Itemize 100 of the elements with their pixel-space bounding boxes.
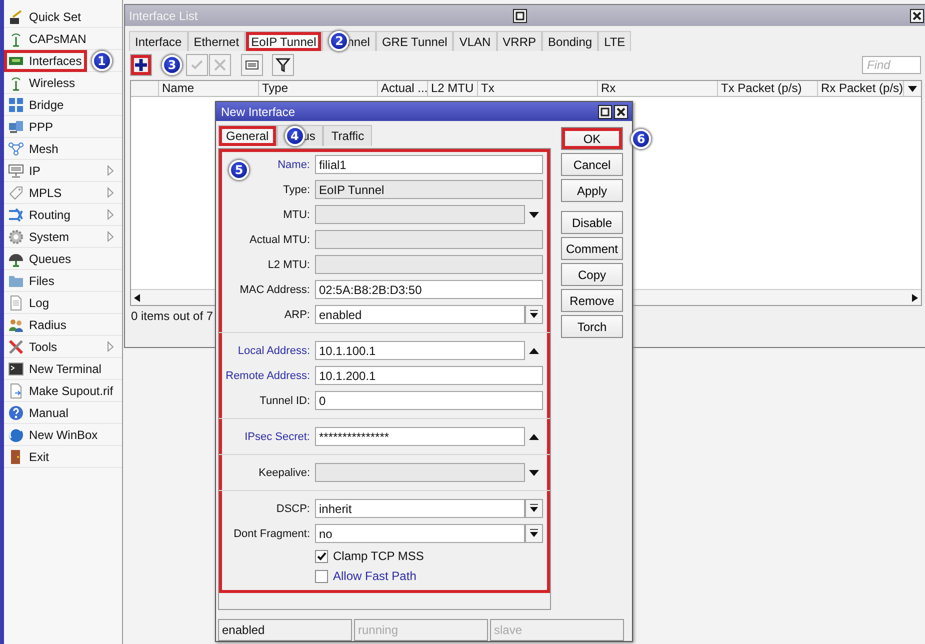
submenu-arrow-icon bbox=[107, 187, 114, 198]
column-header[interactable]: Name bbox=[159, 81, 259, 96]
sidebar-item[interactable]: Manual bbox=[4, 402, 74, 424]
input-field[interactable]: *************** bbox=[315, 427, 525, 446]
sidebar-item[interactable]: Mesh bbox=[4, 138, 64, 160]
dropdown-arrow-icon[interactable] bbox=[529, 470, 539, 476]
dialog-button[interactable]: Apply bbox=[561, 179, 623, 202]
sidebar-item[interactable]: Bridge bbox=[4, 94, 69, 116]
input-field[interactable]: EoIP Tunnel bbox=[315, 180, 543, 200]
input-field[interactable]: 0 bbox=[315, 391, 543, 410]
sidebar-item[interactable]: Queues bbox=[4, 248, 76, 270]
scroll-left-icon[interactable] bbox=[134, 294, 140, 302]
input-field[interactable]: 10.1.200.1 bbox=[315, 366, 543, 386]
column-header[interactable]: Rx bbox=[598, 81, 718, 96]
tab[interactable]: Interface bbox=[129, 31, 188, 51]
dialog-button[interactable]: Remove bbox=[561, 289, 623, 312]
sidebar-item[interactable]: System bbox=[4, 226, 74, 248]
input-field[interactable] bbox=[315, 230, 543, 250]
column-header[interactable]: L2 MTU bbox=[428, 81, 478, 96]
column-header[interactable]: Type bbox=[259, 81, 378, 96]
field-label: Tunnel ID: bbox=[260, 394, 310, 407]
sidebar-item[interactable]: PPP bbox=[4, 116, 58, 138]
input-field[interactable] bbox=[315, 205, 525, 224]
field-label: Dont Fragment: bbox=[234, 528, 310, 540]
restore-icon[interactable] bbox=[598, 104, 612, 119]
scroll-right-icon[interactable] bbox=[912, 294, 918, 302]
dropdown-arrow-icon[interactable] bbox=[529, 212, 539, 218]
sidebar-item[interactable]: Tools bbox=[4, 336, 62, 358]
tab[interactable]: VLAN bbox=[453, 31, 497, 51]
close-icon[interactable] bbox=[910, 8, 924, 22]
window-title: Interface List bbox=[129, 8, 199, 22]
people-icon bbox=[8, 316, 24, 332]
sidebar-item[interactable]: Log bbox=[4, 292, 54, 314]
dropdown-button[interactable] bbox=[525, 524, 543, 544]
status-field: running bbox=[354, 619, 488, 641]
field-label: Name: bbox=[278, 158, 310, 171]
sidebar-item[interactable]: Routing bbox=[4, 204, 76, 226]
sidebar-item[interactable]: MPLS bbox=[4, 182, 67, 204]
dropdown-arrow-icon[interactable] bbox=[908, 86, 917, 92]
sidebar-item[interactable]: Make Supout.rif bbox=[4, 380, 118, 402]
input-field[interactable]: 02:5A:B8:2B:D3:50 bbox=[315, 280, 543, 300]
dialog-button[interactable]: Copy bbox=[561, 263, 623, 286]
filter-button[interactable] bbox=[272, 54, 294, 76]
sidebar-item[interactable]: Radius bbox=[4, 314, 72, 336]
field-label: MAC Address: bbox=[240, 284, 310, 296]
sidebar-item[interactable]: New WinBox bbox=[4, 424, 103, 446]
input-field[interactable]: inherit bbox=[315, 499, 525, 518]
tab[interactable]: LTE bbox=[598, 31, 632, 51]
checkbox-label: Clamp TCP MSS bbox=[333, 549, 424, 564]
input-field[interactable] bbox=[315, 463, 525, 482]
tab[interactable]: Ethernet bbox=[188, 31, 246, 51]
sidebar-item[interactable]: CAPsMAN bbox=[4, 28, 92, 50]
circle-icon bbox=[8, 404, 24, 420]
sidebar-item[interactable]: IP bbox=[4, 160, 46, 182]
sidebar-item[interactable]: Interfaces bbox=[4, 50, 87, 72]
column-header[interactable]: Actual ... bbox=[378, 81, 428, 96]
callout-badge: 5 bbox=[229, 160, 249, 180]
computers-icon bbox=[8, 118, 24, 134]
input-field[interactable]: no bbox=[315, 524, 525, 544]
dialog-button[interactable]: Comment bbox=[561, 237, 623, 260]
dialog-button[interactable]: OK bbox=[561, 127, 623, 150]
submenu-arrow-icon bbox=[107, 165, 114, 176]
restore-icon[interactable] bbox=[512, 8, 526, 22]
sidebar-item[interactable]: Exit bbox=[4, 446, 54, 468]
checkbox[interactable] bbox=[315, 570, 328, 583]
collapse-arrow-icon[interactable] bbox=[529, 434, 539, 440]
tab[interactable]: VRRP bbox=[496, 31, 542, 51]
note-button[interactable] bbox=[241, 54, 263, 76]
callout-badge: 1 bbox=[92, 50, 112, 70]
column-header[interactable]: Tx Packet (p/s) bbox=[718, 81, 818, 96]
dropdown-button[interactable] bbox=[525, 499, 543, 518]
sidebar-item[interactable]: Files bbox=[4, 270, 60, 292]
find-field[interactable]: Find bbox=[862, 56, 921, 74]
dialog-button[interactable]: Disable bbox=[561, 211, 623, 234]
field-label: Actual MTU: bbox=[249, 234, 310, 246]
tab[interactable]: Traffic bbox=[323, 125, 372, 146]
column-header[interactable]: Tx bbox=[478, 81, 598, 96]
sidebar-item[interactable]: New Terminal bbox=[4, 358, 106, 380]
input-field[interactable]: enabled bbox=[315, 305, 525, 324]
close-icon[interactable] bbox=[614, 104, 628, 119]
tab[interactable]: Bonding bbox=[542, 31, 598, 51]
input-field[interactable]: 10.1.100.1 bbox=[315, 341, 525, 360]
dropdown-button[interactable] bbox=[525, 305, 543, 324]
tab[interactable]: GRE Tunnel bbox=[376, 31, 454, 51]
column-header[interactable]: Rx Packet (p/s) bbox=[818, 81, 904, 96]
tab[interactable]: EoIP Tunnel bbox=[245, 31, 322, 51]
collapse-arrow-icon[interactable] bbox=[529, 348, 539, 354]
tag-icon bbox=[8, 184, 24, 200]
checkbox[interactable] bbox=[315, 550, 328, 563]
dialog-button[interactable]: Cancel bbox=[561, 153, 623, 176]
dialog-button[interactable]: Torch bbox=[561, 315, 623, 338]
input-field[interactable] bbox=[315, 255, 543, 274]
field-label: DSCP: bbox=[276, 502, 310, 515]
sidebar-item[interactable]: Quick Set bbox=[4, 6, 86, 28]
input-field[interactable]: filial1 bbox=[315, 155, 543, 174]
tab[interactable]: General bbox=[218, 125, 277, 146]
plus-button[interactable] bbox=[130, 54, 152, 76]
globe-icon bbox=[8, 426, 24, 442]
sidebar-item[interactable]: Wireless bbox=[4, 72, 80, 94]
arrows-icon bbox=[8, 206, 24, 222]
